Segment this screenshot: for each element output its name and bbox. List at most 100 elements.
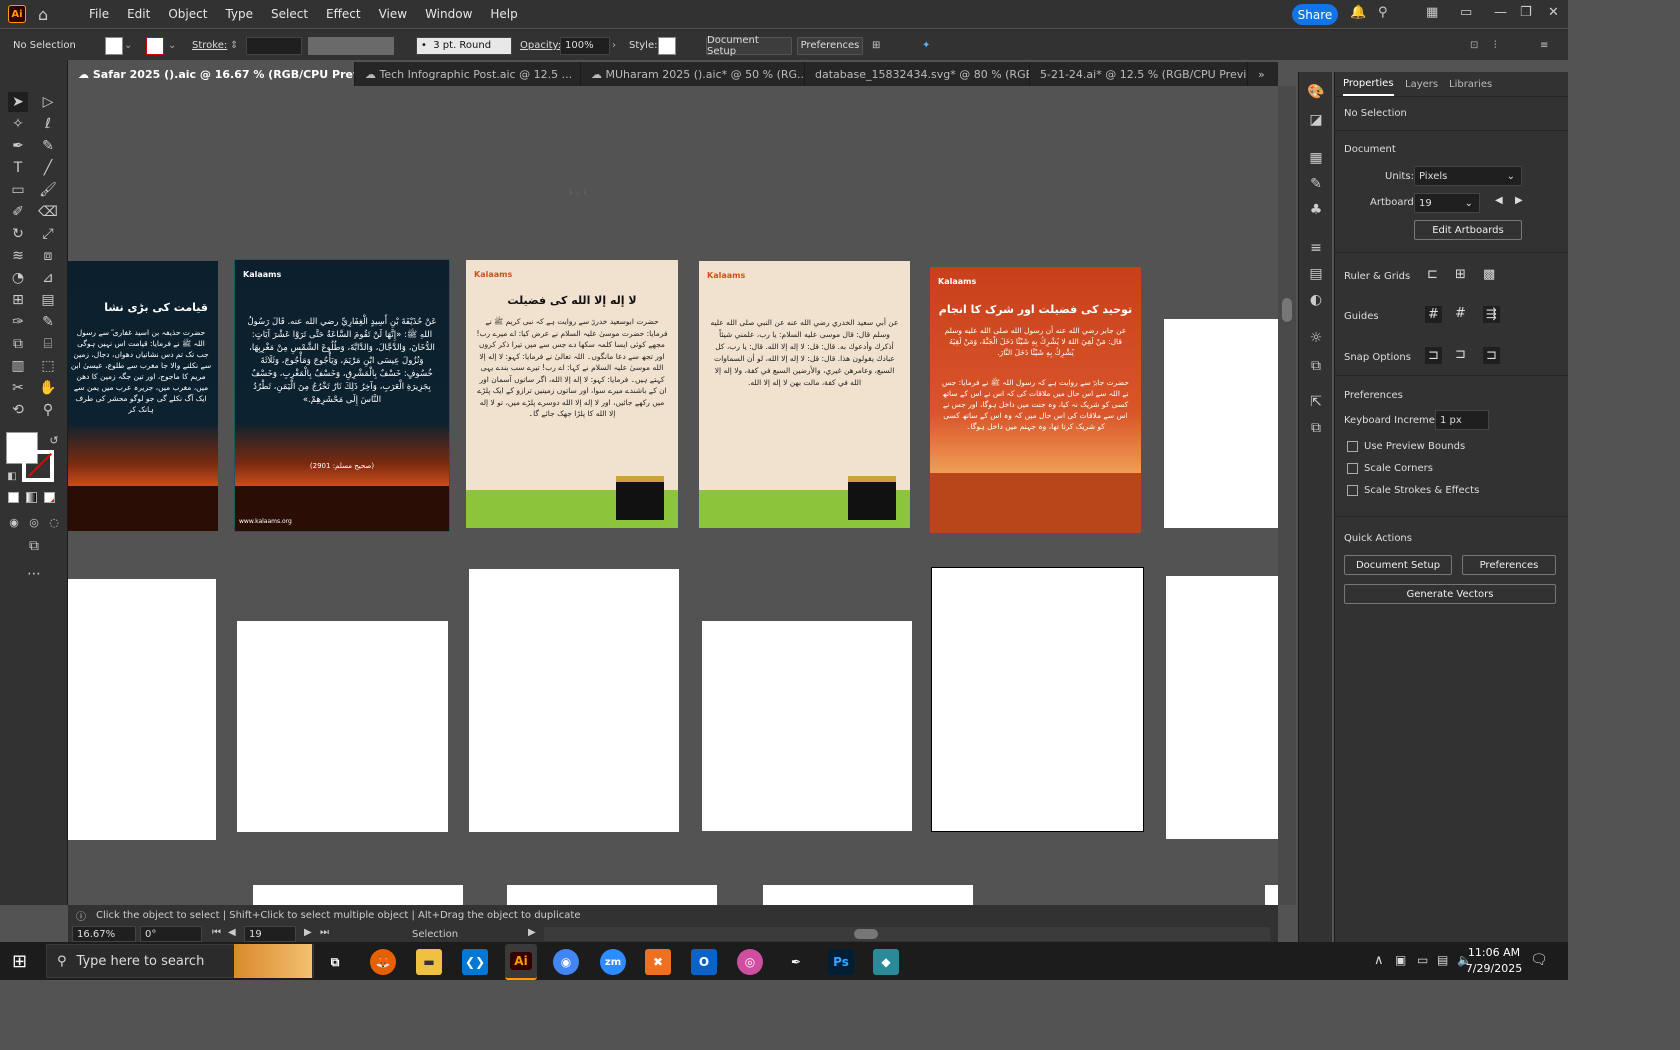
artboard-nav-field[interactable]: 19 xyxy=(244,926,296,942)
menu-window[interactable]: Window xyxy=(416,0,481,28)
blank-artboard[interactable] xyxy=(68,579,216,840)
use-preview-bounds-checkbox[interactable]: Use Preview Bounds xyxy=(1347,441,1465,452)
color-panel-icon[interactable]: 🎨 xyxy=(1306,82,1326,102)
search-icon[interactable]: ⚲ xyxy=(1378,5,1388,20)
rotation-field[interactable]: 0° xyxy=(140,926,202,942)
gradient-tool-icon[interactable]: ▤ xyxy=(38,290,58,310)
blank-artboard[interactable] xyxy=(702,621,912,831)
zoom-app-icon[interactable]: zm xyxy=(600,949,626,975)
curvature-tool-icon[interactable]: ✎ xyxy=(38,136,58,156)
firefox-icon[interactable]: 🦊 xyxy=(370,949,396,975)
tab-layers[interactable]: Layers xyxy=(1405,72,1438,96)
rotate-view-tool-icon[interactable]: ⟲ xyxy=(8,400,28,420)
tab-database-svg[interactable]: database_15832434.svg* @ 80 % (RGB...✕ xyxy=(805,62,1030,86)
lock-guides-icon[interactable]: # xyxy=(1455,306,1466,321)
stroke-color-box[interactable] xyxy=(22,450,54,482)
menu-file[interactable]: File xyxy=(80,0,118,28)
minimize-icon[interactable]: — xyxy=(1494,5,1507,20)
pen-app-icon[interactable]: ✒ xyxy=(783,949,809,975)
ruler-icon[interactable]: ⊏ xyxy=(1427,267,1438,282)
tab-tech-infographic[interactable]: ☁ Tech Infographic Post.aic @ 12.5 ...✕ xyxy=(355,62,581,86)
tab-safar-2025[interactable]: ☁ Safar 2025 ().aic @ 16.67 % (RGB/CPU P… xyxy=(68,62,355,86)
shaper-tool-icon[interactable]: ✐ xyxy=(8,202,28,222)
windows-start-icon[interactable]: ⊞ xyxy=(12,951,27,972)
stroke-panel-icon[interactable]: ≡ xyxy=(1306,238,1326,258)
magic-wand-tool-icon[interactable]: ✧ xyxy=(8,114,28,134)
units-dropdown[interactable]: Pixels ⌄ xyxy=(1414,166,1522,186)
zoom-field[interactable]: 16.67% xyxy=(72,926,136,942)
measure-tool-icon[interactable]: ✎ xyxy=(38,312,58,332)
default-colors-icon[interactable]: ◧ xyxy=(2,466,22,486)
draw-normal-icon[interactable]: ◉ xyxy=(4,512,24,532)
menu-effect[interactable]: Effect xyxy=(317,0,370,28)
horizontal-scrollbar[interactable] xyxy=(544,927,1270,941)
scale-tool-icon[interactable]: ⤢ xyxy=(38,224,58,244)
transparency-icon[interactable]: ◐ xyxy=(1306,290,1326,310)
draw-behind-icon[interactable]: ◎ xyxy=(24,512,44,532)
blank-artboard[interactable] xyxy=(763,885,973,905)
hand-tool-icon[interactable]: ✋ xyxy=(38,378,58,398)
blank-artboard[interactable] xyxy=(237,621,448,832)
file-explorer-icon[interactable]: ▬ xyxy=(416,949,442,975)
artboard-poster-qiyamat[interactable]: قیامت کی بڑی نشا حضرت حذیفہ بن اسید غفار… xyxy=(68,261,218,531)
color-mode-icon[interactable] xyxy=(8,492,19,503)
tray-chevron-icon[interactable]: ∧ xyxy=(1374,953,1384,968)
fill-dropdown-icon[interactable]: ⌄ xyxy=(124,30,132,61)
vertical-scroll-thumb[interactable] xyxy=(1282,298,1292,322)
artboard-poster-hadith-arabic[interactable]: Kalaams عَنْ حُذَيْفَةَ بْنِ أَسِيدٍ الْ… xyxy=(234,259,450,532)
symbols-icon[interactable]: ♣ xyxy=(1306,200,1326,220)
perspective-grid-tool-icon[interactable]: ⊿ xyxy=(38,268,58,288)
gradient-panel-icon[interactable]: ▤ xyxy=(1306,264,1326,284)
artboard-poster-kalima[interactable]: Kalaams لا إله إلا الله کی فضیلت حضرت اب… xyxy=(466,260,678,528)
notifications-icon[interactable]: 🗨 xyxy=(1530,952,1548,968)
swatches-icon[interactable]: ▦ xyxy=(1306,148,1326,168)
tray-display-icon[interactable]: ▣ xyxy=(1395,953,1406,967)
column-graph-tool-icon[interactable]: ▥ xyxy=(8,356,28,376)
appearance-icon[interactable]: ☼ xyxy=(1306,328,1326,348)
menu-view[interactable]: View xyxy=(370,0,416,28)
screen-mode-icon[interactable]: ⧉ xyxy=(24,536,44,556)
panel-menu-icon[interactable]: ≡ xyxy=(1540,30,1548,61)
export-icon[interactable]: ⇱ xyxy=(1306,392,1326,412)
canvas-area[interactable]: ﴿ ۞ ﴾ قیامت کی بڑی نشا حضرت حذیفہ بن اسی… xyxy=(68,86,1278,905)
stroke-weight-field[interactable] xyxy=(246,36,302,55)
blend-tool-icon[interactable]: ⧉ xyxy=(8,334,28,354)
menu-object[interactable]: Object xyxy=(159,0,216,28)
gradient-mode-icon[interactable] xyxy=(26,492,37,503)
illustrator-logo-icon[interactable]: Ai xyxy=(8,5,26,23)
menu-type[interactable]: Type xyxy=(216,0,262,28)
zoom-tool-icon[interactable]: ⚲ xyxy=(38,400,58,420)
artboard-poster-kalima-arabic[interactable]: Kalaams عن أبي سعيد الخدري رضي الله عنه … xyxy=(699,261,910,528)
tabs-overflow-icon[interactable]: » xyxy=(1248,62,1278,86)
scale-strokes-checkbox[interactable]: Scale Strokes & Effects xyxy=(1347,485,1479,496)
selection-tool-icon[interactable]: ➤ xyxy=(8,92,28,112)
snap-to-grid-icon[interactable]: ⊐ xyxy=(1455,347,1466,362)
clock[interactable]: 11:06 AM 7/29/2025 xyxy=(1464,945,1524,977)
mesh-tool-icon[interactable]: ⊞ xyxy=(8,290,28,310)
swap-colors-icon[interactable]: ↺ xyxy=(44,430,64,450)
brush-definition[interactable]: • 3 pt. Round xyxy=(416,36,512,55)
blank-artboard[interactable] xyxy=(253,885,463,905)
bell-icon[interactable]: 🔔 xyxy=(1350,5,1366,20)
creative-cloud-icon[interactable]: ◎ xyxy=(737,949,763,975)
show-guides-icon[interactable]: # xyxy=(1425,306,1442,323)
tab-muharam-2025[interactable]: ☁ MUharam 2025 ().aic* @ 50 % (RG...✕ xyxy=(581,62,805,86)
illustrator-taskbar-icon[interactable]: Ai xyxy=(505,944,537,980)
shape-builder-tool-icon[interactable]: ◔ xyxy=(8,268,28,288)
share-button[interactable]: Share xyxy=(1292,4,1338,25)
battery-icon[interactable]: ▭ xyxy=(1417,953,1428,967)
blank-artboard[interactable] xyxy=(1166,576,1278,839)
chrome-icon[interactable]: ◉ xyxy=(553,949,579,975)
rectangle-tool-icon[interactable]: ▭ xyxy=(8,180,28,200)
horizontal-scroll-thumb[interactable] xyxy=(854,929,878,939)
previous-artboard-icon[interactable]: ◀ xyxy=(1495,195,1503,206)
network-icon[interactable]: ▤ xyxy=(1437,953,1448,967)
direct-selection-tool-icon[interactable]: ▷ xyxy=(38,92,58,112)
opacity-label[interactable]: Opacity: xyxy=(520,30,561,61)
vscode-icon[interactable]: ❮❯ xyxy=(462,949,488,975)
tab-properties[interactable]: Properties xyxy=(1343,72,1394,96)
edit-toolbar-icon[interactable]: ⋯ xyxy=(24,564,44,584)
edit-artboards-button[interactable]: Edit Artboards xyxy=(1414,220,1522,240)
eyedropper-tool-icon[interactable]: ✑ xyxy=(8,312,28,332)
properties-toggle-icon[interactable]: ⫶ xyxy=(1494,30,1497,61)
